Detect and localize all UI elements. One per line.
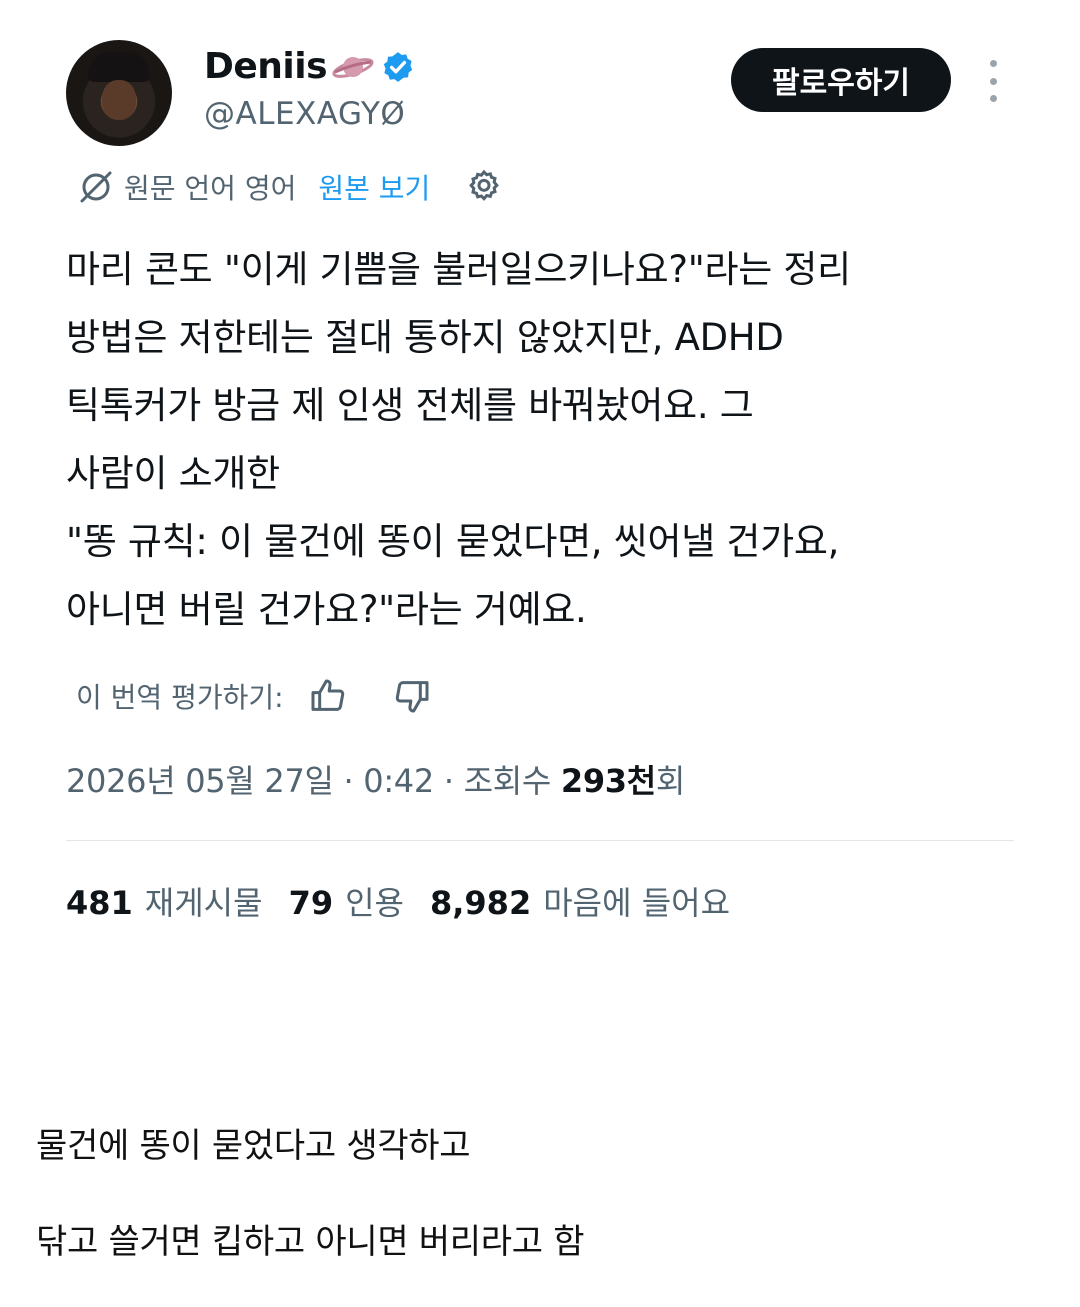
tweet-body-line: 사람이 소개한 [66,452,280,495]
meta-separator: · [343,762,354,800]
avatar-face [102,80,136,120]
thumbs-down-icon[interactable] [392,676,432,716]
tweet-body-line: "똥 규칙: 이 물건에 똥이 묻었다면, 씻어낼 건가요, [66,520,840,563]
quotes-count: 79 [288,884,334,922]
likes-label: 마음에 들어요 [543,884,731,922]
divider [66,840,1014,841]
tweet-body-line: 마리 콘도 "이게 기쁨을 불러일으키나요?"라는 정리 [66,248,851,291]
author-display-name[interactable]: Deniis [204,46,328,87]
caption-line: 닦고 쓸거면 킵하고 아니면 버리라고 함 [36,1222,585,1262]
tweet-meta: 2026년 05월 27일 · 0:42 · 조회수 293천회 [66,756,685,802]
tweet-body-line: 틱톡커가 방금 제 인생 전체를 바꿔놨어요. 그 [66,384,754,427]
gear-icon[interactable] [464,167,504,207]
author-handle[interactable]: @ALEXAGYØ [204,96,405,132]
tweet-time[interactable]: 0:42 [363,762,434,800]
views-suffix: 회 [655,762,686,800]
reposts-count: 481 [66,884,133,922]
view-original-link[interactable]: 원본 보기 [318,167,430,207]
rate-translation-label: 이 번역 평가하기: [76,681,284,714]
likes-stat[interactable]: 8,982 마음에 들어요 [430,878,730,924]
ringed-planet-icon [332,56,374,78]
reposts-label: 재게시물 [144,884,263,922]
tweet-body-line: 방법은 저한테는 절대 통하지 않았지만, ADHD [66,316,784,359]
rate-translation: 이 번역 평가하기: [76,672,432,720]
tweet-card: Deniis @ALEXAGYØ 팔로우하기 원문 언어 영어 원본 보기 마리… [0,0,1080,960]
avatar[interactable] [66,40,172,146]
tweet-body-line: 아니면 버릴 건가요?"라는 거예요. [66,588,587,631]
quotes-label: 인용 [345,884,404,922]
reposts-stat[interactable]: 481 재게시물 [66,878,263,924]
translate-icon [80,171,112,203]
translation-bar: 원문 언어 영어 원본 보기 [76,164,504,210]
translation-source-text: 원문 언어 영어 [124,172,297,205]
engagement-stats: 481 재게시물 79 인용 8,982 마음에 들어요 [66,878,730,924]
tweet-date[interactable]: 2026년 05월 27일 [66,762,334,800]
quotes-stat[interactable]: 79 인용 [289,878,404,924]
follow-button[interactable]: 팔로우하기 [731,48,951,112]
verified-badge-icon [383,51,413,82]
likes-count: 8,982 [429,884,532,922]
caption-line: 물건에 똥이 묻었다고 생각하고 [36,1126,471,1166]
author-name-row[interactable]: Deniis [204,46,415,87]
more-options-icon[interactable] [982,60,1004,102]
thumbs-up-icon[interactable] [308,676,348,716]
avatar-hat [88,52,150,82]
views-label: 조회수 [463,762,552,800]
tweet-body: 마리 콘도 "이게 기쁨을 불러일으키나요?"라는 정리 방법은 저한테는 절대… [66,236,1026,644]
meta-separator: · [443,762,454,800]
views-value: 293천 [560,762,656,800]
